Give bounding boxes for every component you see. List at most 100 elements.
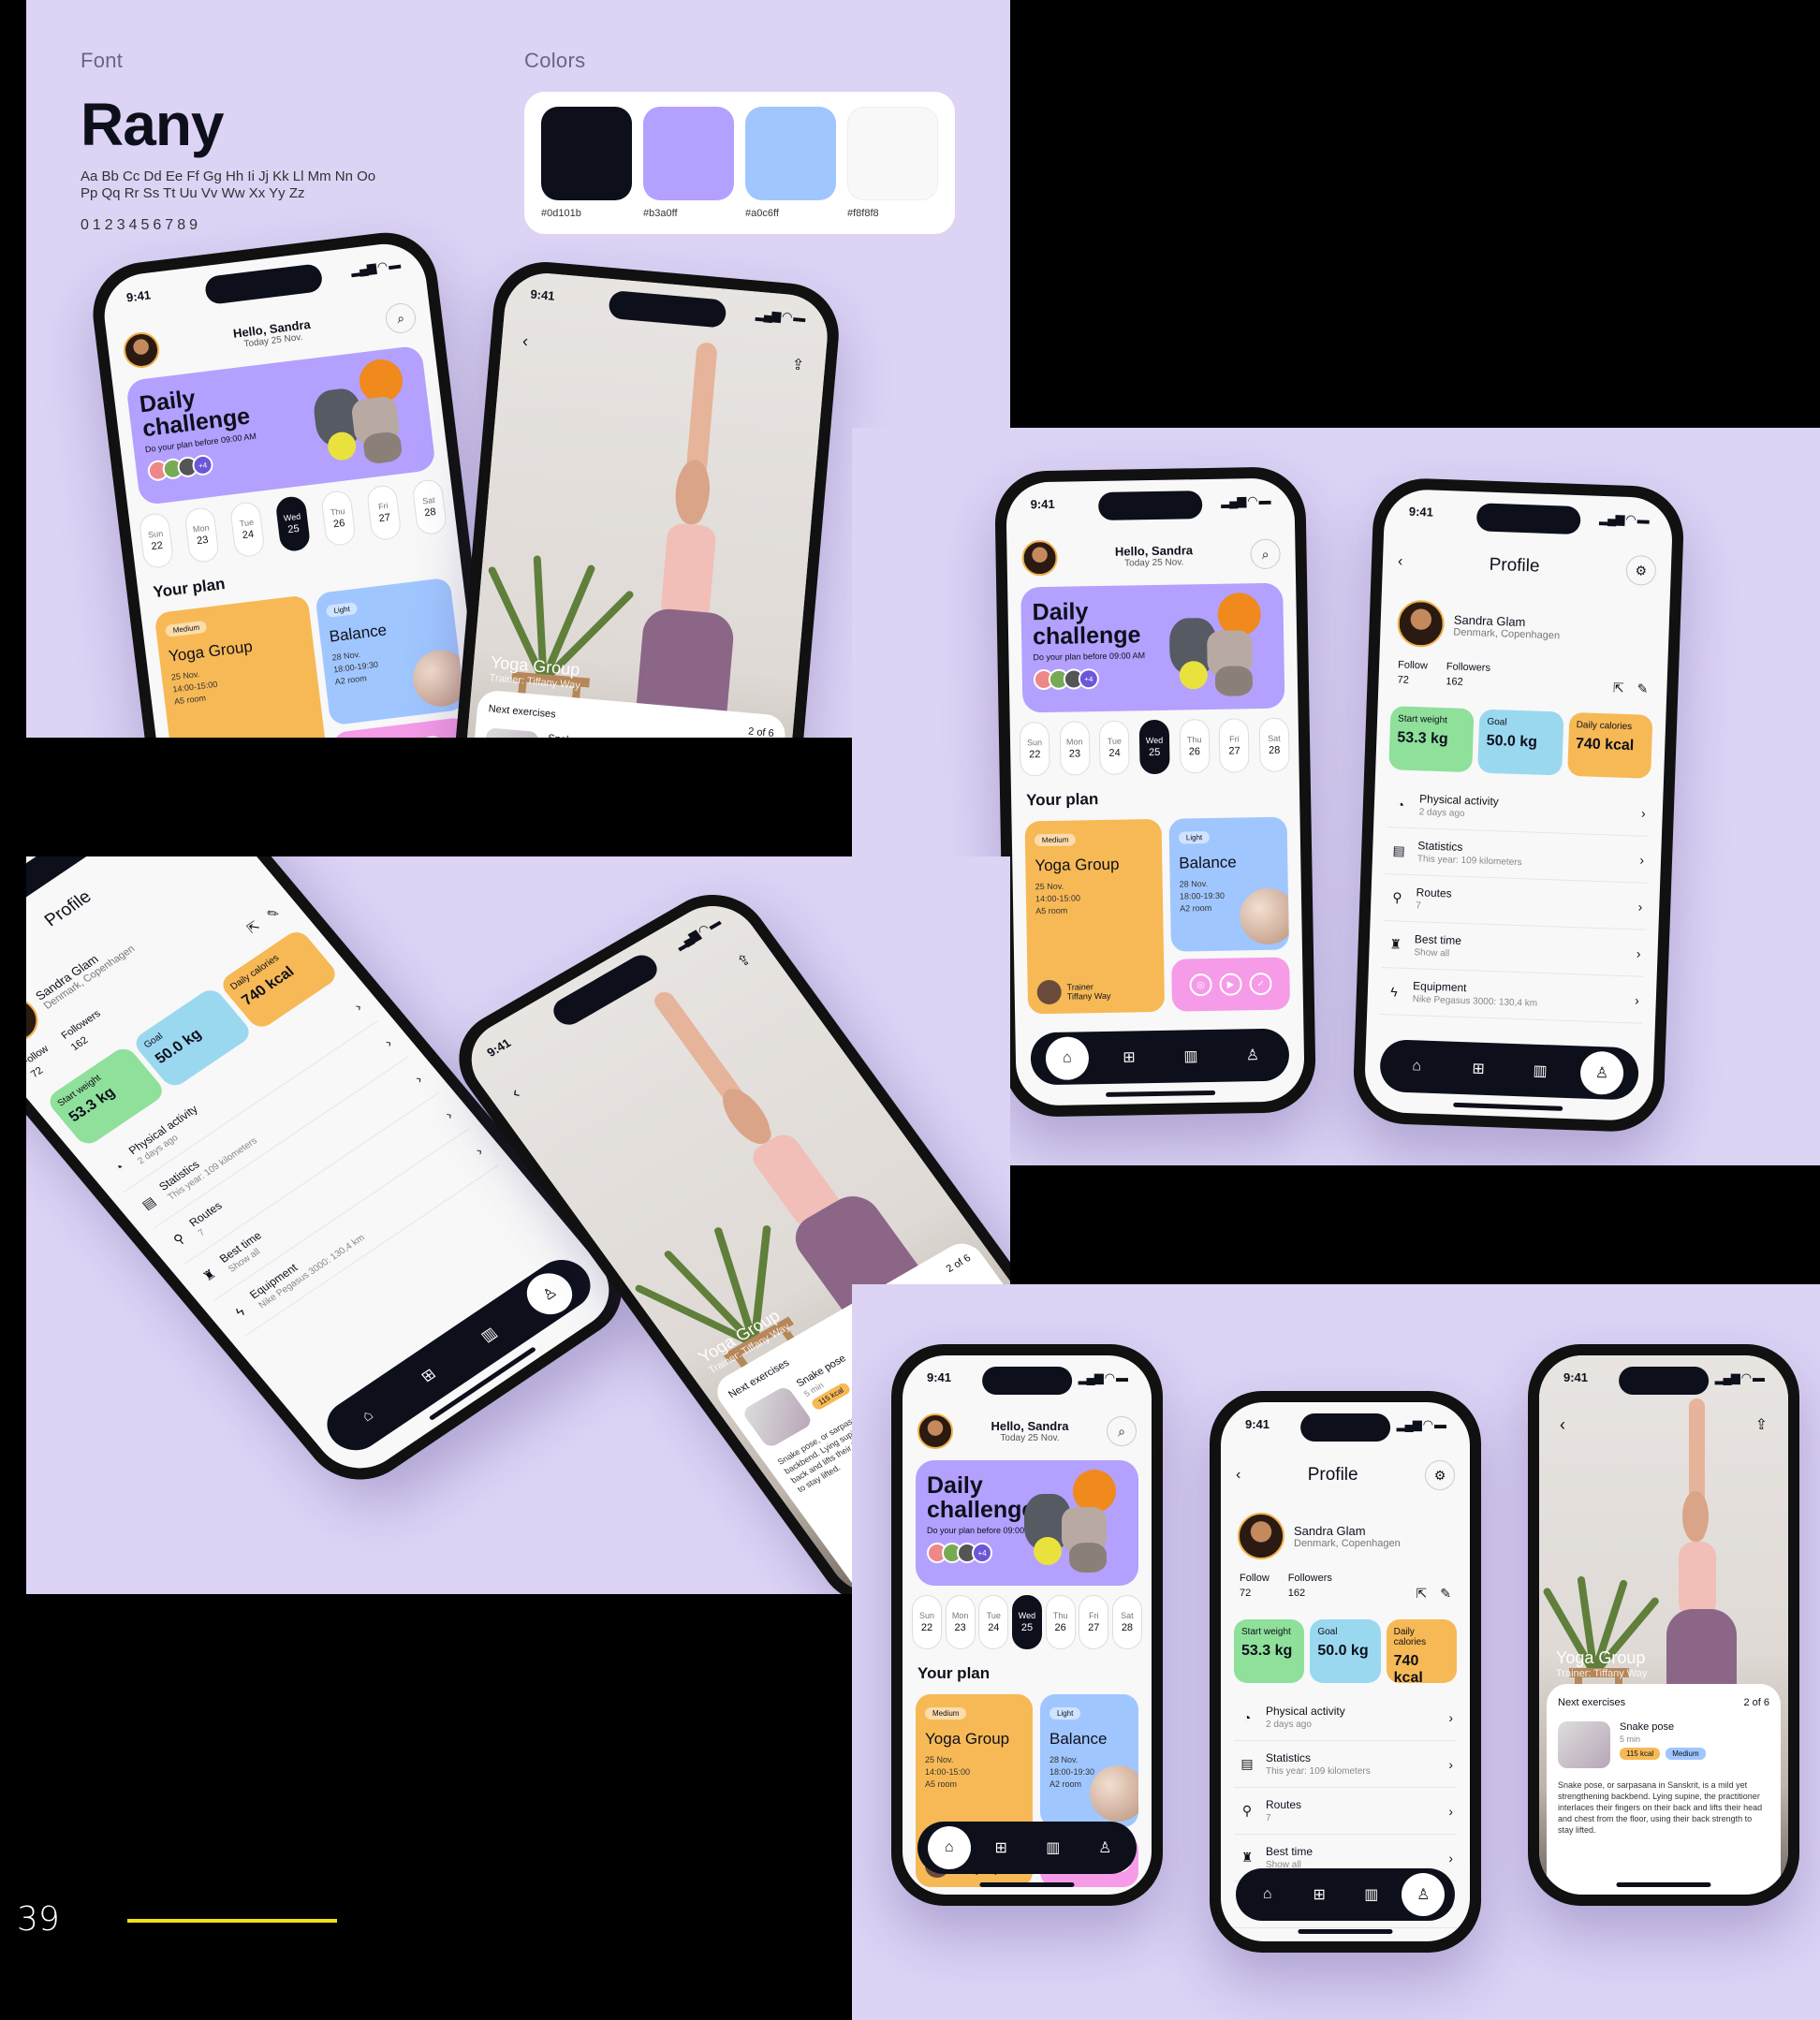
profile-tab-icon[interactable]: ♙ [1402, 1873, 1446, 1916]
grid-tab-icon[interactable]: ⊞ [397, 1347, 461, 1404]
back-icon[interactable]: ‹ [1398, 553, 1403, 570]
share-icon[interactable]: ⇱ [243, 918, 262, 936]
daily-challenge-card[interactable]: Daily challenge Do your plan before 09:0… [1020, 582, 1285, 713]
search-icon[interactable]: ⌕ [1107, 1416, 1137, 1446]
avatar[interactable] [1396, 599, 1446, 649]
day-sun[interactable]: Sun 22 [912, 1595, 942, 1649]
day-mon[interactable]: Mon 23 [183, 505, 221, 564]
grid-tab-icon[interactable]: ⊞ [1456, 1047, 1501, 1091]
stats-tab-icon[interactable]: ▥ [1518, 1048, 1563, 1093]
edit-icon[interactable]: ✎ [264, 904, 283, 922]
profile-tab-icon[interactable]: ♙ [518, 1265, 581, 1323]
page-title: Profile [1307, 1465, 1358, 1485]
day-tue[interactable]: Tue 24 [228, 500, 266, 559]
day-sat[interactable]: Sat 28 [1258, 717, 1290, 773]
avatar[interactable] [917, 1413, 953, 1449]
yoga-phone: 9:41 ▂▄▆ ◠ ▬ ‹ ⇪ Yoga Group Trainer: Tiffa… [1528, 1344, 1799, 1906]
3d-shapes-illustration [1024, 1470, 1127, 1573]
user-location: Denmark, Copenhagen [1453, 625, 1561, 641]
back-icon[interactable]: ‹ [1236, 1467, 1240, 1484]
stats-tab-icon[interactable]: ▥ [1169, 1034, 1213, 1078]
back-icon[interactable]: ‹ [1560, 1415, 1565, 1435]
list-item-equipment[interactable]: ϟEquipmentNike Pegasus 3000: 130,4 km› [1380, 968, 1644, 1024]
profile-tab-icon[interactable]: ♙ [1579, 1050, 1624, 1096]
page-title: Profile [40, 886, 95, 931]
day-sat[interactable]: Sat 28 [411, 477, 448, 536]
status-bar: 9:41▂▄▆ ◠ ▬ [1030, 492, 1270, 512]
day-sun[interactable]: Sun 22 [1019, 721, 1050, 777]
twitter-icon[interactable]: ✓ [1249, 972, 1272, 996]
avatar[interactable] [1238, 1513, 1284, 1559]
search-icon[interactable]: ⌕ [384, 301, 418, 335]
chevron-right-icon: › [1640, 805, 1647, 821]
stats-tab-icon[interactable]: ▥ [1032, 1826, 1075, 1869]
share-icon[interactable]: ⇱ [1613, 680, 1624, 695]
day-tue[interactable]: Tue 24 [1098, 720, 1130, 776]
home-tab-icon[interactable]: ⌂ [1394, 1045, 1439, 1090]
home-tab-icon[interactable]: ⌂ [1045, 1036, 1090, 1081]
twitter-icon[interactable]: ✓ [419, 734, 445, 738]
day-thu[interactable]: Thu 26 [320, 489, 357, 548]
chevron-right-icon: › [1636, 944, 1641, 961]
home-tab-icon[interactable]: ⌂ [1246, 1873, 1289, 1916]
share-icon[interactable]: ⇪ [791, 355, 805, 374]
stats-tab-icon[interactable]: ▥ [457, 1306, 521, 1363]
edit-icon[interactable]: ✎ [1440, 1586, 1451, 1601]
day-wed[interactable]: Wed 25 [1011, 1595, 1042, 1649]
stat-daily-calories: Daily calories 740 kcal [1566, 711, 1653, 779]
grid-tab-icon[interactable]: ⊞ [1108, 1035, 1152, 1079]
profile-tab-icon[interactable]: ♙ [1231, 1033, 1275, 1077]
list-item-statistics[interactable]: ▤ Statistics This year: 109 kilometers › [1234, 1741, 1457, 1788]
yoga-group-card[interactable]: Medium Yoga Group 25 Nov. 14:00-15:00 A5 r… [154, 594, 331, 738]
day-tue[interactable]: Tue 24 [978, 1595, 1009, 1649]
day-fri[interactable]: Fri 27 [365, 483, 403, 542]
avatar[interactable] [121, 329, 162, 371]
balance-card[interactable]: Light Balance 28 Nov. 18:00-19:30 A2 room [1040, 1694, 1138, 1827]
profile-tab-icon[interactable]: ♙ [1083, 1826, 1126, 1869]
search-icon[interactable]: ⌕ [1250, 538, 1281, 570]
day-fri[interactable]: Fri 27 [1218, 718, 1250, 773]
edit-icon[interactable]: ✎ [1637, 681, 1648, 695]
list-item-physical-activity[interactable]: ◔ Physical activity 2 days ago › [1234, 1694, 1457, 1741]
day-wed[interactable]: Wed 25 [274, 494, 312, 553]
gear-icon[interactable]: ⚙ [1625, 554, 1657, 586]
home-tab-icon[interactable]: ⌂ [336, 1387, 400, 1444]
day-mon[interactable]: Mon 23 [945, 1595, 976, 1649]
yoga-group-card[interactable]: Medium Yoga Group 25 Nov. 14:00-15:00 A5 r… [1024, 818, 1166, 1015]
activity-icon: ◔ [1242, 1709, 1252, 1725]
balance-card[interactable]: Light Balance 28 Nov. 18:00-19:30 A2 room [315, 577, 466, 726]
instagram-icon[interactable]: ◎ [1189, 973, 1212, 997]
share-icon[interactable]: ⇱ [1416, 1586, 1428, 1601]
user-info: Sandra Glam Denmark, Copenhagen [1396, 599, 1653, 654]
youtube-icon[interactable]: ▶ [1219, 973, 1242, 996]
3d-shapes-illustration [309, 356, 424, 471]
daily-challenge-card[interactable]: Daily challenge Do your plan before 09:0… [916, 1460, 1138, 1586]
home-phone: 9:41 ▂▄▆ ◠ ▬ Hello, Sandra Today 25 Nov. ⌕… [994, 466, 1316, 1118]
home-indicator [979, 1882, 1075, 1887]
grid-tab-icon[interactable]: ⊞ [979, 1826, 1022, 1869]
day-fri[interactable]: Fri 27 [1079, 1595, 1109, 1649]
balance-card[interactable]: Light Balance 28 Nov. 18:00-19:30 A2 room [1168, 816, 1289, 952]
exercise-item[interactable]: Snake pose5 min115 kcalMedium [1558, 1721, 1769, 1769]
body-stats: Start weight 53.3 kg Goal 50.0 kg Daily ca… [1388, 706, 1653, 779]
day-sat[interactable]: Sat 28 [1111, 1595, 1142, 1649]
day-thu[interactable]: Thu 26 [1179, 718, 1211, 774]
chevron-right-icon: › [411, 1071, 425, 1086]
stats-tab-icon[interactable]: ▥ [1350, 1873, 1393, 1916]
day-mon[interactable]: Mon 23 [1059, 721, 1091, 776]
day-thu[interactable]: Thu 26 [1045, 1595, 1076, 1649]
profile-phone: 9:41▂▄▆ ◠ ▬ ‹ Profile ⚙ Sandra GlamDenma… [1210, 1391, 1481, 1953]
font-numbers: 0123456789 [81, 217, 201, 233]
follow-stats: Follow 72 Followers 162 ⇱ ✎ [1397, 659, 1649, 696]
daily-challenge-card[interactable]: Daily challenge Do your plan before 09:0… [125, 344, 436, 506]
home-header: Hello, Sandra Today 25 Nov. ⌕ [917, 1410, 1137, 1453]
day-wed[interactable]: Wed 25 [1138, 719, 1170, 775]
home-tab-icon[interactable]: ⌂ [927, 1826, 971, 1869]
grid-tab-icon[interactable]: ⊞ [1298, 1873, 1341, 1916]
avatar[interactable] [1021, 539, 1058, 577]
day-sun[interactable]: Sun 22 [138, 511, 175, 570]
gear-icon[interactable]: ⚙ [1425, 1460, 1455, 1490]
list-item-routes[interactable]: ⚲ Routes 7 › [1234, 1788, 1457, 1835]
share-icon[interactable]: ⇪ [1755, 1415, 1768, 1434]
user-name: Sandra Glam [1294, 1523, 1366, 1538]
